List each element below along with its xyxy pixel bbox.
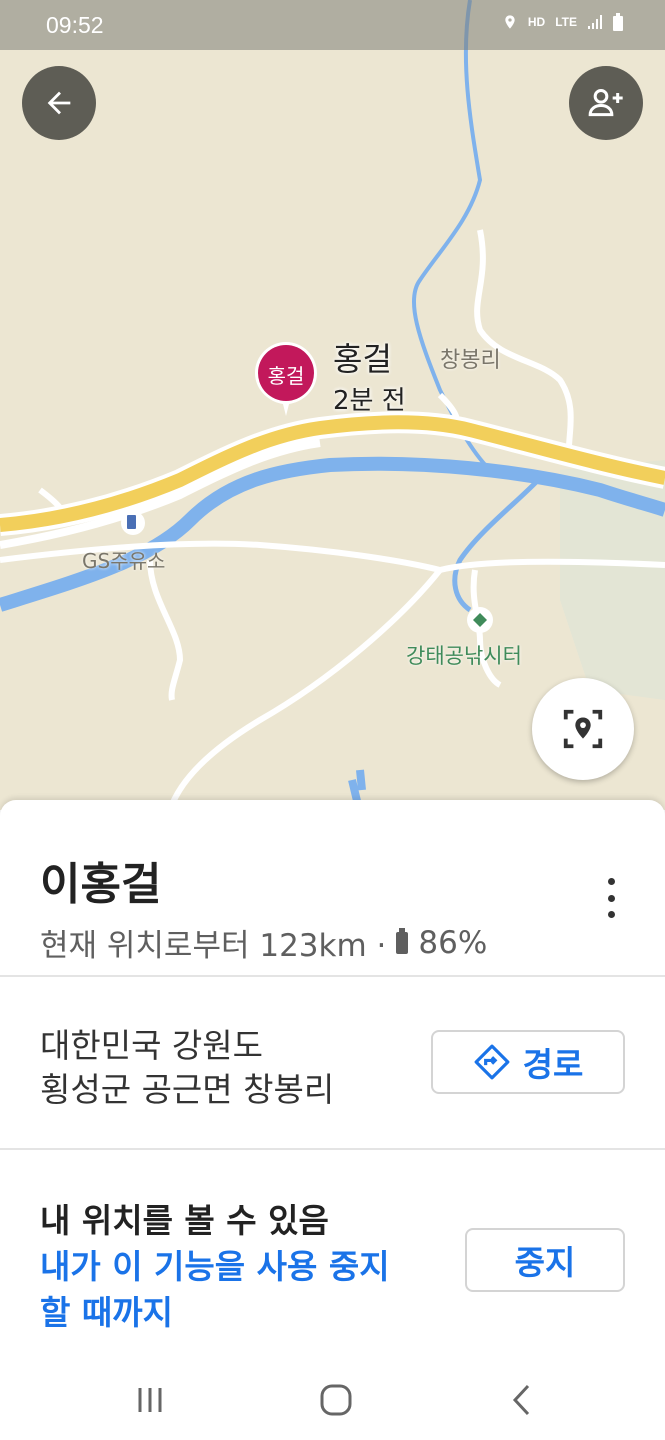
place-label-fishing: 강태공낚시터 <box>406 644 522 668</box>
map-view[interactable]: 창봉리 GS주유소 강태공낚시터 홍걸 홍걸 2분 전 <box>0 0 665 810</box>
location-icon <box>505 15 515 29</box>
marker-initial: 홍걸 <box>267 364 305 388</box>
home-button[interactable] <box>306 1378 366 1422</box>
status-bar: 09:52 HD LTE <box>0 0 665 50</box>
battery-icon <box>396 927 409 954</box>
hd-voice-icon: HD <box>527 15 546 29</box>
divider <box>0 975 665 977</box>
location-focus-icon <box>563 709 603 749</box>
back-button[interactable] <box>22 66 96 140</box>
arrow-back-icon <box>47 91 71 115</box>
directions-icon <box>474 1044 510 1080</box>
address-line-2: 횡성군 공근면 창봉리 <box>40 1070 335 1109</box>
map-person-name: 홍걸 <box>333 340 392 378</box>
address-line-1: 대한민국 강원도 <box>40 1026 264 1065</box>
battery-level: 86% <box>418 924 488 961</box>
stop-sharing-button[interactable]: 중지 <box>465 1228 625 1292</box>
nav-back-button[interactable] <box>492 1378 552 1422</box>
route-label: 경로 <box>522 1045 584 1084</box>
person-detail-sheet: 이홍걸 현재 위치로부터 123km · 86% 대한민국 강원도 횡성군 공근… <box>0 800 665 1360</box>
place-label-gas-station: GS주유소 <box>82 549 166 573</box>
person-name: 이홍걸 <box>40 859 162 910</box>
divider <box>0 1148 665 1150</box>
share-status-title: 내 위치를 볼 수 있음 <box>40 1201 329 1240</box>
distance-text: 현재 위치로부터 123km · <box>40 928 387 964</box>
share-duration: 내가 이 기능을 사용 중지할 때까지 <box>40 1247 390 1332</box>
add-person-button[interactable] <box>569 66 643 140</box>
distance-info: 현재 위치로부터 123km · 86% <box>40 920 487 965</box>
place-label-village: 창봉리 <box>440 348 501 373</box>
person-marker[interactable]: 홍걸 <box>253 340 319 420</box>
system-nav-bar <box>0 1360 665 1440</box>
status-time: 09:52 <box>46 12 104 38</box>
more-vert-icon <box>607 878 615 885</box>
person-add-icon <box>588 89 623 117</box>
recent-apps-icon <box>138 1388 162 1412</box>
recent-apps-button[interactable] <box>120 1378 180 1422</box>
address: 대한민국 강원도 횡성군 공근면 창봉리 <box>40 1024 334 1112</box>
more-options-button[interactable] <box>596 878 626 918</box>
battery-status-icon <box>613 13 623 31</box>
lte-icon: LTE <box>555 15 577 29</box>
recenter-button[interactable] <box>532 678 634 780</box>
signal-icon <box>588 15 602 29</box>
home-icon <box>320 1384 352 1416</box>
chevron-left-icon <box>512 1384 530 1416</box>
route-button[interactable]: 경로 <box>431 1030 625 1094</box>
map-time-ago: 2분 전 <box>333 386 406 416</box>
